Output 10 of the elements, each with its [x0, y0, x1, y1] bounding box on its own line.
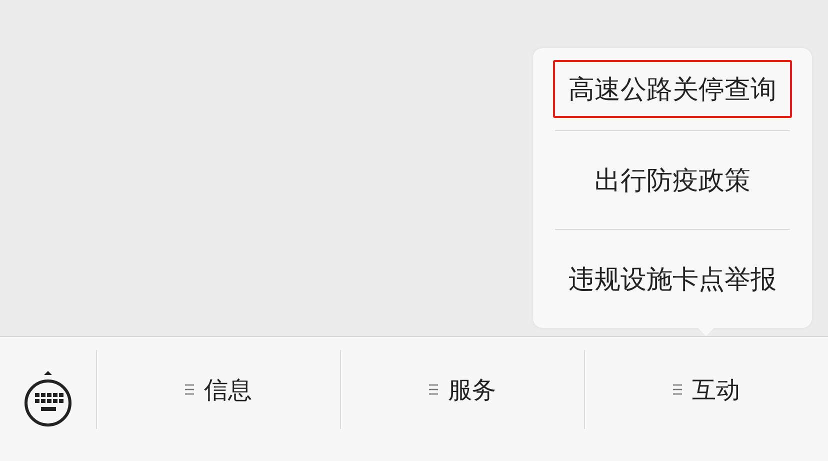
- menu-item[interactable]: 违规设施卡点举报: [553, 242, 792, 316]
- menu-item[interactable]: 高速公路关停查询: [553, 60, 792, 118]
- menu-tab[interactable]: 服务: [340, 350, 584, 429]
- menu-item[interactable]: 出行防疫政策: [553, 143, 792, 217]
- menu-tab[interactable]: 信息: [96, 350, 340, 429]
- menu-icon: [185, 384, 194, 395]
- menu-icon: [429, 384, 438, 395]
- keyboard-icon[interactable]: [24, 369, 72, 429]
- menu-icon: [673, 384, 682, 395]
- menu-tab[interactable]: 互动: [584, 350, 828, 429]
